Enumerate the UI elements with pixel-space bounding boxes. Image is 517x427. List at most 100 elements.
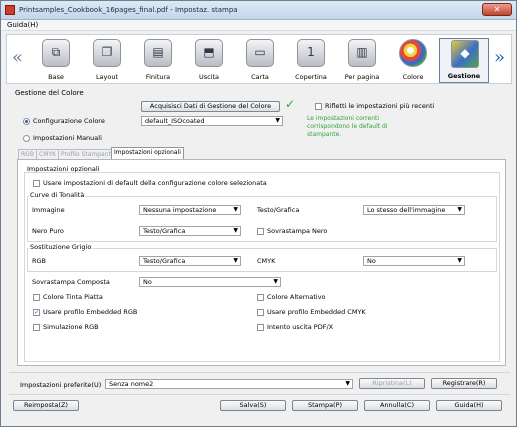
reflect-recent-label: Rifletti le impostazioni più recenti	[325, 102, 435, 110]
tool-label: Uscita	[198, 73, 220, 81]
embedded-cmyk-checkbox[interactable]	[257, 309, 264, 316]
color-management-icon: ◆	[451, 40, 479, 68]
overprint-black-checkbox[interactable]	[257, 228, 264, 235]
output-icon: ⬒	[195, 39, 223, 67]
cancel-button[interactable]: Annulla(C)	[364, 400, 430, 411]
reflect-recent-checkbox[interactable]	[315, 103, 322, 110]
tool-label: Finitura	[145, 73, 171, 81]
tool-label: Colore	[402, 73, 424, 81]
radio-config-colore[interactable]	[23, 118, 30, 125]
overprint-black-label: Sovrastampa Nero	[267, 227, 328, 235]
tone-curves-title: Curve di Tonalità	[29, 191, 86, 199]
tool-layout[interactable]: ❐ Layout	[82, 38, 132, 83]
composite-overprint-value: No	[143, 278, 152, 286]
optional-settings-panel: Impostazioni opzionali Usare impostazion…	[17, 159, 506, 366]
color-config-value: default_ISOcoated	[145, 117, 205, 125]
menu-bar: Guida(H)	[1, 20, 516, 31]
sim-rgb-checkbox[interactable]	[33, 324, 40, 331]
radio-config-colore-label: Configurazione Colore	[33, 117, 105, 125]
favorites-value: Senza nome2	[109, 380, 154, 388]
tab-rgb[interactable]: RGB	[18, 149, 37, 159]
radio-manual-settings[interactable]	[23, 135, 30, 142]
chevron-down-icon: ▼	[233, 257, 238, 264]
acquire-color-data-button[interactable]: Acquisisci Dati di Gestione del Colore	[141, 101, 280, 112]
menu-help[interactable]: Guida(H)	[7, 21, 38, 29]
use-default-checkbox[interactable]	[33, 180, 40, 187]
section-color-management: Gestione del Colore	[15, 89, 84, 97]
pure-black-value: Testo/Grafica	[143, 227, 186, 235]
embedded-cmyk-label: Usare profilo Embedded CMYK	[267, 308, 366, 316]
paper-icon: ▭	[246, 39, 274, 67]
composite-overprint-label: Sovrastampa Composta	[32, 278, 110, 286]
text-graphics-label: Testo/Grafica	[257, 206, 300, 214]
chevron-down-icon: ▼	[233, 227, 238, 234]
tab-cmyk[interactable]: CMYK	[36, 149, 59, 159]
reset-button[interactable]: Reimposta(Z)	[13, 400, 79, 411]
ok-check-icon: ✓	[285, 97, 296, 111]
save-button[interactable]: Salva(S)	[220, 400, 286, 411]
close-button[interactable]: ✕	[482, 3, 512, 16]
gray-rgb-value: Testo/Grafica	[143, 257, 186, 265]
favorites-select[interactable]: Senza nome2 ▼	[105, 379, 353, 389]
tone-curves-group	[27, 196, 497, 242]
tool-per-pagina[interactable]: ▥ Per pagina	[337, 38, 387, 83]
alt-color-label: Colore Alternativo	[267, 293, 326, 301]
favorites-label: Impostazioni preferite(U)	[20, 381, 102, 389]
app-icon	[5, 5, 15, 15]
chevron-down-icon: ▼	[273, 278, 278, 285]
embedded-rgb-checkbox[interactable]: ✓	[33, 309, 40, 316]
flat-tint-label: Colore Tinta Piatta	[43, 293, 103, 301]
tool-copertina[interactable]: 1 Copertina	[286, 38, 336, 83]
layout-icon: ❐	[93, 39, 121, 67]
radio-manual-settings-label: Impostazioni Manuali	[33, 134, 102, 142]
text-graphics-value: Lo stesso dell'immagine	[367, 206, 446, 214]
image-curve-select[interactable]: Nessuna impostazione ▼	[139, 205, 241, 215]
finishing-icon: ▤	[144, 39, 172, 67]
pure-black-select[interactable]: Testo/Grafica ▼	[139, 226, 241, 236]
text-graphics-select[interactable]: Lo stesso dell'immagine ▼	[363, 205, 465, 215]
alt-color-checkbox[interactable]	[257, 294, 264, 301]
cover-icon: 1	[297, 39, 325, 67]
use-default-label: Usare impostazioni di default della conf…	[43, 179, 267, 187]
color-icon	[399, 39, 427, 67]
image-curve-value: Nessuna impostazione	[143, 206, 217, 214]
tool-base[interactable]: ⧉ Base	[31, 38, 81, 83]
cmyk-label: CMYK	[257, 257, 276, 265]
gray-rgb-select[interactable]: Testo/Grafica ▼	[139, 256, 241, 266]
register-button[interactable]: Registrare(R)	[431, 378, 497, 389]
pdfx-intent-label: Intento uscita PDF/X	[267, 323, 334, 331]
tool-label: Per pagina	[344, 73, 380, 81]
print-settings-window: Printsamples_Cookbook_16pages_final.pdf …	[0, 0, 517, 427]
pdfx-intent-checkbox[interactable]	[257, 324, 264, 331]
composite-overprint-select[interactable]: No ▼	[139, 277, 281, 287]
tab-optional-settings[interactable]: Impostazioni opzionali	[111, 147, 184, 159]
tool-colore[interactable]: Colore	[388, 38, 438, 83]
category-toolbar: « ⧉ Base ❐ Layout ▤ Finitura ⬒ Uscita ▭ …	[6, 34, 512, 84]
tool-label: Gestione	[447, 72, 481, 80]
tool-uscita[interactable]: ⬒ Uscita	[184, 38, 234, 83]
tool-label: Copertina	[295, 73, 327, 81]
restore-button[interactable]: Ripristina(L)	[359, 378, 425, 389]
tool-finitura[interactable]: ▤ Finitura	[133, 38, 183, 83]
color-config-select[interactable]: default_ISOcoated ▼	[141, 116, 283, 126]
tool-gestione[interactable]: ◆ Gestione	[439, 38, 489, 83]
print-button[interactable]: Stampa(P)	[292, 400, 358, 411]
gray-cmyk-select[interactable]: No ▼	[363, 256, 465, 266]
chevron-down-icon: ▼	[275, 117, 280, 124]
help-button[interactable]: Guida(H)	[436, 400, 502, 411]
flat-tint-checkbox[interactable]	[33, 294, 40, 301]
image-label: Immagine	[32, 206, 65, 214]
per-page-icon: ▥	[348, 39, 376, 67]
tab-printer-profile[interactable]: Profilo Stampante	[58, 149, 118, 159]
divider	[9, 394, 510, 395]
chevron-down-icon: ▼	[457, 257, 462, 264]
tool-carta[interactable]: ▭ Carta	[235, 38, 285, 83]
title-bar: Printsamples_Cookbook_16pages_final.pdf …	[1, 1, 516, 20]
scroll-right-icon[interactable]: »	[494, 47, 505, 68]
sim-rgb-label: Simulazione RGB	[43, 323, 99, 331]
gray-replacement-title: Sostituzione Grigio	[29, 243, 93, 251]
chevron-down-icon: ▼	[233, 206, 238, 213]
base-icon: ⧉	[42, 39, 70, 67]
scroll-left-icon[interactable]: «	[12, 47, 23, 68]
settings-note: Le impostazioni correnti corrispondono l…	[307, 115, 388, 138]
